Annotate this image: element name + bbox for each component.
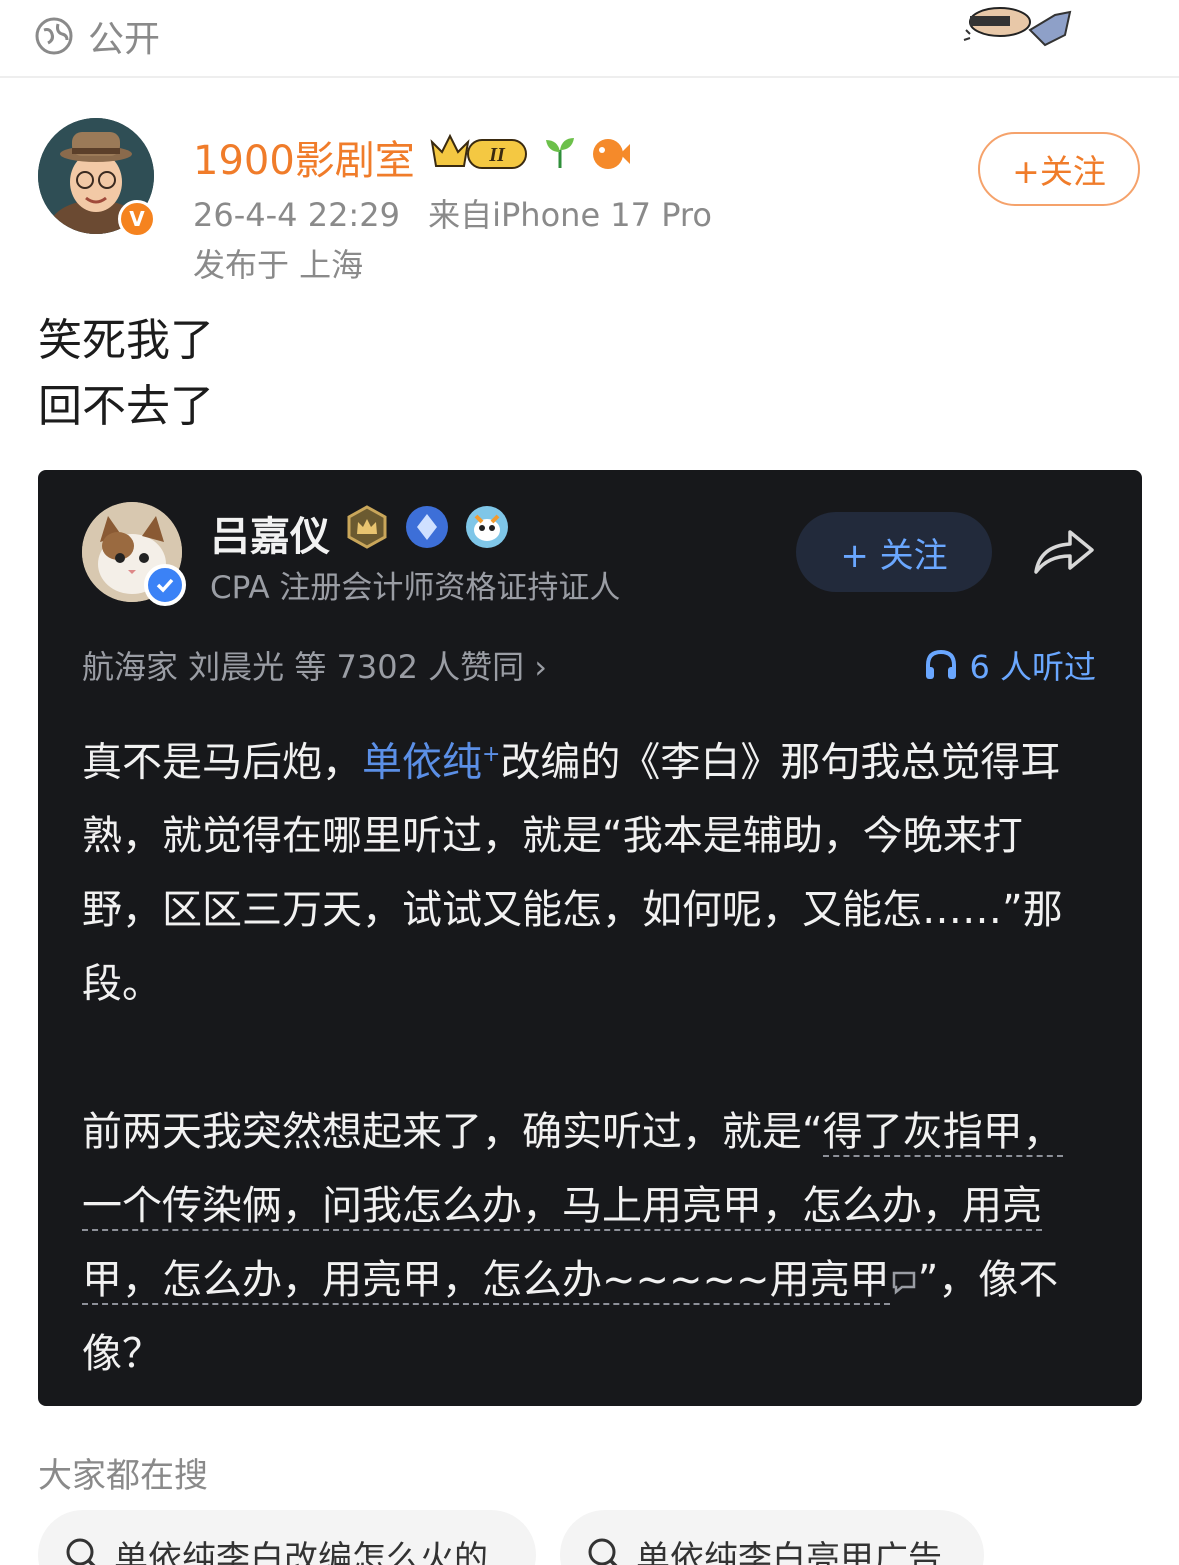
post-line-2: 回不去了	[38, 381, 214, 432]
search-icon	[588, 1538, 618, 1565]
check-icon	[156, 578, 174, 593]
embedded-follow-button[interactable]: + 关注	[796, 512, 992, 592]
answer-paragraph-1: 真不是马后炮，单依纯+改编的《李白》那句我总觉得耳熟，就觉得在哪里听过，就是“我…	[82, 718, 1102, 1021]
post-location: 发布于 上海	[193, 246, 364, 284]
follow-button[interactable]: +关注	[978, 132, 1140, 206]
fish-icon	[593, 139, 630, 169]
answer-p2-start: 前两天我突然想起来了，确实听过，就是“	[82, 1109, 823, 1156]
trending-search-title: 大家都在搜	[38, 1456, 208, 1496]
singer-link[interactable]: 单依纯	[362, 739, 482, 785]
post-meta: 26-4-4 22:29 来自iPhone 17 Pro	[193, 190, 712, 236]
visibility-selector[interactable]: 公开	[34, 10, 160, 62]
post-line-1: 笑死我了	[38, 315, 214, 366]
embedded-user-badges	[344, 504, 510, 550]
comment-bubble-icon[interactable]	[890, 1269, 918, 1295]
verified-badge: V	[118, 200, 156, 238]
crown-hexagon-badge	[347, 505, 387, 549]
embedded-user-name[interactable]: 吕嘉仪	[210, 504, 330, 562]
diamond-badge	[406, 506, 448, 548]
crown-level-badge[interactable]: II	[428, 130, 532, 174]
share-icon[interactable]	[1032, 526, 1096, 578]
likes-summary[interactable]: 航海家 刘晨光 等 7302 人赞同 ›	[82, 642, 547, 688]
answer-p1-start: 真不是马后炮，	[82, 739, 362, 786]
embedded-verified-badge	[144, 564, 186, 606]
globe-icon	[35, 17, 73, 55]
visibility-label: 公开	[88, 19, 161, 60]
post-datetime: 26-4-4 22:29	[193, 196, 400, 234]
singer-link-plus: +	[482, 742, 501, 767]
headphone-icon	[926, 649, 957, 679]
post-source-prefix: 来自	[428, 196, 493, 234]
search-chip-1-label: 单依纯李白改编怎么火的	[114, 1538, 488, 1565]
embedded-user-title: CPA 注册会计师资格证持证人	[210, 570, 621, 606]
search-chip-1[interactable]: 单依纯李白改编怎么火的	[38, 1510, 536, 1565]
listen-count[interactable]: 6 人听过	[923, 642, 1096, 688]
listen-count-text: 6 人听过	[969, 648, 1096, 686]
answer-paragraph-2: 前两天我突然想起来了，确实听过，就是“得了灰指甲，一个传染俩，问我怎么办，马上用…	[82, 1095, 1102, 1391]
author-name[interactable]: 1900影剧室	[193, 128, 415, 186]
answer-body: 真不是马后炮，单依纯+改编的《李白》那句我总觉得耳熟，就觉得在哪里听过，就是“我…	[82, 718, 1102, 1391]
post-device[interactable]: iPhone 17 Pro	[492, 196, 712, 234]
sticker-image	[963, 7, 1072, 47]
sprout-icon	[546, 138, 574, 168]
level-badge-text: II	[488, 144, 506, 166]
search-chip-2[interactable]: 单依纯李白亮甲广告	[560, 1510, 984, 1565]
top-bar: 公开	[0, 0, 1179, 78]
search-chip-2-label: 单依纯李白亮甲广告	[636, 1538, 942, 1565]
author-badges: II	[428, 130, 632, 174]
search-icon	[66, 1538, 96, 1565]
embedded-answer-card[interactable]: 吕嘉仪 CPA 注册会计师资格证持证人 + 关注 航海家 刘晨光 等 7302 …	[38, 470, 1142, 1406]
post-text: 笑死我了 回不去了	[38, 308, 214, 440]
mascot-badge	[466, 506, 508, 548]
